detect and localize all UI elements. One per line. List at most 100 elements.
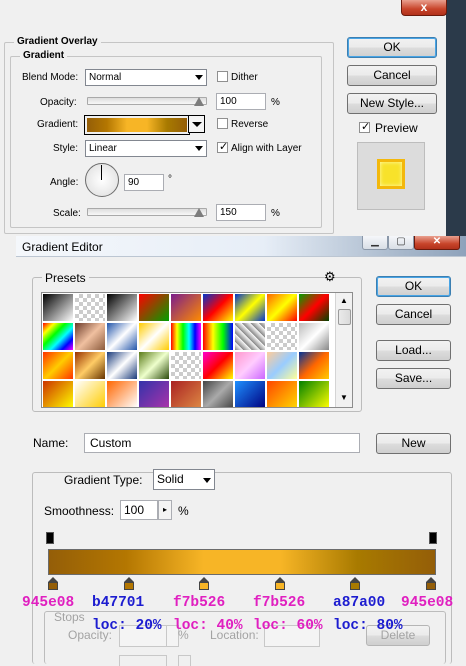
stops-label: Stops (54, 610, 85, 624)
preset-swatch[interactable] (171, 381, 201, 407)
preset-swatch[interactable] (107, 323, 137, 350)
opacity-stop-right[interactable] (429, 532, 437, 544)
angle-input[interactable]: 90 (124, 174, 164, 191)
preset-swatch[interactable] (75, 294, 105, 321)
save-button[interactable]: Save... (376, 368, 451, 389)
preset-swatch[interactable] (43, 352, 73, 379)
preset-swatch[interactable] (299, 294, 329, 321)
load-button[interactable]: Load... (376, 340, 451, 361)
window-title: Gradient Editor (22, 240, 103, 254)
close-button[interactable]: ✕ (414, 236, 460, 250)
opacity-input[interactable]: 100 (216, 93, 266, 110)
preset-swatch[interactable] (203, 323, 233, 350)
ge-ok-button[interactable]: OK (376, 276, 451, 297)
gradient-dropdown-button[interactable] (188, 115, 205, 133)
color-stop[interactable] (426, 577, 436, 590)
preset-swatch[interactable] (75, 352, 105, 379)
new-style-button[interactable]: New Style... (347, 93, 437, 114)
angle-dial[interactable] (85, 163, 119, 197)
preset-swatch[interactable] (267, 323, 297, 350)
preset-swatch[interactable] (203, 352, 233, 379)
preset-swatch[interactable] (43, 323, 73, 350)
scroll-up-icon[interactable]: ▲ (340, 296, 348, 305)
preset-swatch[interactable] (299, 323, 329, 350)
smoothness-input[interactable]: 100 (120, 500, 158, 520)
preset-swatch[interactable] (203, 294, 233, 321)
scroll-down-icon[interactable]: ▼ (340, 393, 348, 402)
annotation-hex: f7b526 (173, 595, 226, 611)
preset-swatch[interactable] (139, 323, 169, 350)
dither-checkbox[interactable] (217, 71, 228, 82)
layer-style-dialog: x Gradient Overlay Gradient Blend Mode: … (0, 0, 466, 240)
preset-swatch[interactable] (171, 294, 201, 321)
opacity-stop-left[interactable] (46, 532, 54, 544)
preset-swatch[interactable] (299, 381, 329, 407)
color-stop[interactable] (274, 577, 285, 590)
preset-swatch[interactable] (299, 352, 329, 379)
cancel-button[interactable]: Cancel (347, 65, 437, 86)
stop-color-swatch[interactable] (119, 655, 167, 666)
preset-swatch[interactable] (43, 294, 73, 321)
ok-button[interactable]: OK (347, 37, 437, 58)
preset-swatch[interactable] (171, 323, 201, 350)
gradient-swatch-frame[interactable] (84, 115, 190, 135)
style-preview-swatch (377, 159, 405, 189)
presets-scrollbar[interactable]: ▲ ▼ (335, 293, 352, 407)
gradient-type-select[interactable]: Solid (153, 469, 215, 490)
gradient-label: Gradient: (37, 119, 79, 130)
scale-slider[interactable] (87, 208, 207, 216)
color-stop[interactable] (123, 577, 134, 590)
annotation-location: loc: 40% (173, 618, 243, 634)
align-with-layer-checkbox[interactable] (217, 140, 228, 153)
preset-swatch[interactable] (75, 323, 105, 350)
smoothness-unit: % (178, 504, 189, 518)
color-stop[interactable] (48, 577, 58, 590)
presets-grid[interactable]: ▲ ▼ (41, 292, 353, 408)
gradient-bar[interactable] (48, 549, 436, 575)
preset-swatch[interactable] (235, 294, 265, 321)
scale-unit: % (271, 208, 280, 219)
blend-mode-select[interactable]: Normal (85, 69, 207, 86)
style-select[interactable]: Linear (85, 140, 207, 157)
color-stop[interactable] (199, 577, 210, 590)
title-bar: Gradient Editor ▁ ▢ ✕ (16, 236, 466, 257)
maximize-button[interactable]: ▢ (388, 236, 414, 250)
preset-swatch[interactable] (203, 381, 233, 407)
scrollbar-thumb[interactable] (338, 309, 351, 325)
new-button[interactable]: New (376, 433, 451, 454)
name-label: Name: (33, 436, 69, 450)
reverse-checkbox[interactable] (217, 118, 228, 129)
preset-swatch[interactable] (267, 294, 297, 321)
preset-swatch[interactable] (267, 352, 297, 379)
style-value: Linear (89, 143, 117, 154)
preset-swatch[interactable] (139, 352, 169, 379)
preset-swatch[interactable] (235, 381, 265, 407)
close-button[interactable]: x (401, 0, 447, 16)
gradient-type-value: Solid (157, 472, 184, 486)
presets-label: Presets (42, 271, 89, 285)
smoothness-dropdown[interactable]: ▸ (158, 500, 172, 520)
opacity-slider-thumb[interactable] (194, 97, 204, 106)
preset-swatch[interactable] (43, 381, 73, 407)
preset-swatch[interactable] (235, 352, 265, 379)
name-input[interactable]: Custom (84, 433, 360, 453)
preset-swatch[interactable] (139, 294, 169, 321)
style-preview-box (357, 142, 425, 210)
scale-input[interactable]: 150 (216, 204, 266, 221)
preset-swatch[interactable] (107, 352, 137, 379)
preset-swatch[interactable] (107, 294, 137, 321)
preset-swatch[interactable] (235, 323, 265, 350)
preset-swatch[interactable] (75, 381, 105, 407)
gear-icon[interactable]: ⚙ (324, 269, 336, 285)
color-stop[interactable] (350, 577, 361, 590)
preview-checkbox[interactable] (359, 120, 370, 133)
preset-swatch[interactable] (107, 381, 137, 407)
stop-color-dropdown[interactable] (178, 655, 191, 666)
minimize-button[interactable]: ▁ (362, 236, 388, 250)
preset-swatch[interactable] (171, 352, 201, 379)
scale-slider-thumb[interactable] (194, 208, 204, 217)
ge-cancel-button[interactable]: Cancel (376, 304, 451, 325)
opacity-slider[interactable] (87, 97, 207, 105)
preset-swatch[interactable] (267, 381, 297, 407)
preset-swatch[interactable] (139, 381, 169, 407)
